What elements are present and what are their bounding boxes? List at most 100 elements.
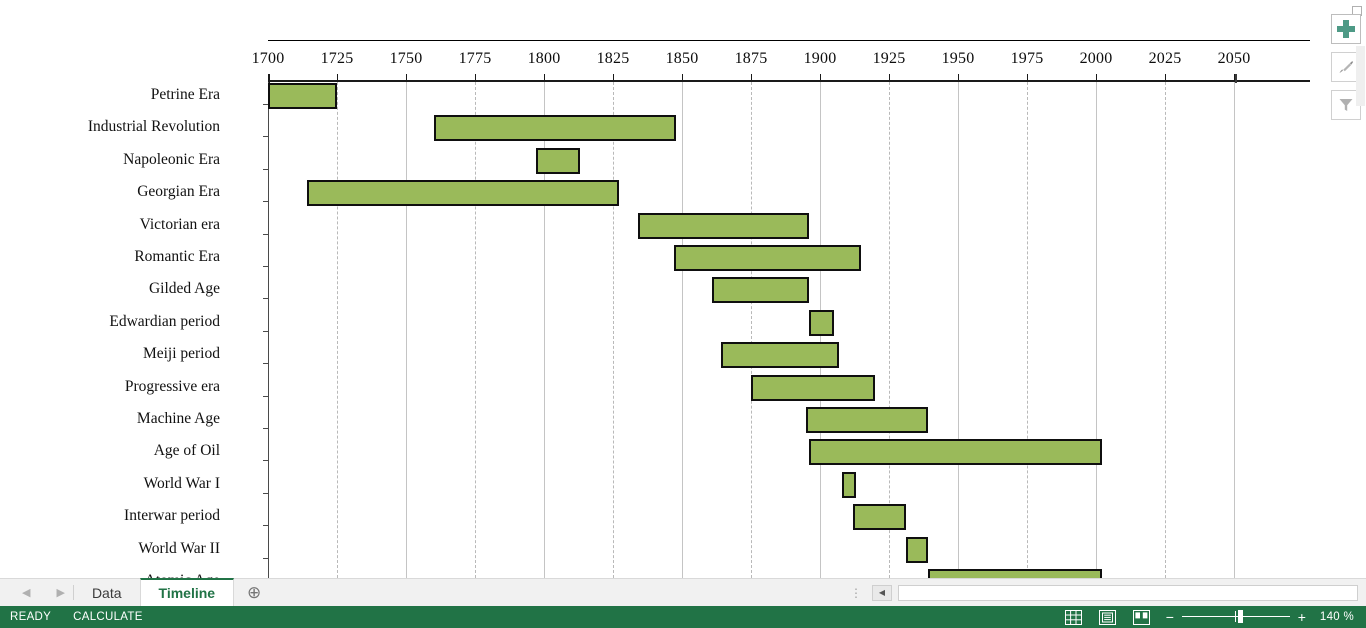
zoom-slider-midpoint: [1235, 611, 1236, 622]
timeline-bar[interactable]: [637, 212, 809, 239]
x-axis-tick-label: 1725: [320, 50, 354, 67]
gridline: [682, 82, 683, 578]
tab-bar-spacer: [274, 579, 841, 606]
y-axis-category-label: Romantic Era: [134, 248, 220, 265]
normal-view-button[interactable]: [1060, 608, 1086, 626]
timeline-bar[interactable]: [842, 471, 856, 498]
sheet-tab-timeline[interactable]: Timeline: [139, 578, 235, 606]
timeline-bar[interactable]: [535, 147, 580, 174]
zoom-in-button[interactable]: +: [1294, 609, 1310, 625]
x-axis-tick: [1165, 74, 1166, 82]
status-bar: READY CALCULATE − + 140 %: [0, 606, 1366, 628]
x-axis-tick: [820, 74, 821, 82]
paintbrush-icon: [1339, 61, 1354, 73]
y-axis-tick: [263, 557, 269, 559]
chart-plot-area[interactable]: 1700 1725 1750 1775 1800 1825 1850 1875 1900 1925…: [88, 40, 1310, 578]
page-break-preview-button[interactable]: [1128, 608, 1154, 626]
zoom-slider-thumb[interactable]: [1238, 610, 1243, 623]
x-axis-tick: [958, 74, 959, 82]
x-axis-tick-label: 1900: [803, 50, 837, 67]
status-calculate-label: CALCULATE: [73, 611, 143, 623]
y-axis-category-label: Machine Age: [136, 410, 220, 427]
timeline-bar[interactable]: [905, 536, 928, 563]
funnel-icon: [1339, 99, 1353, 111]
timeline-bar[interactable]: [806, 407, 928, 433]
y-axis-category-label: Edwardian period: [109, 312, 220, 330]
y-axis-category-label: Industrial Revolution: [87, 118, 220, 136]
y-axis-tick: [263, 136, 269, 138]
x-axis-tick-label: 1700: [251, 50, 285, 67]
y-axis-tick: [263, 266, 269, 267]
x-axis-tick-label: 1750: [389, 50, 423, 67]
x-axis-tick: [475, 74, 476, 82]
chart-object[interactable]: 1700 1725 1750 1775 1800 1825 1850 1875 1900 1925…: [0, 0, 1366, 578]
y-axis-category-label: Progressive era: [124, 377, 220, 395]
timeline-bar[interactable]: [306, 180, 619, 207]
x-axis-tick-label: 2025: [1148, 50, 1182, 67]
x-axis-line: [268, 80, 1310, 82]
x-axis-tick: [751, 74, 752, 82]
timeline-bar[interactable]: [712, 277, 809, 304]
x-axis-tick-label: 2050: [1217, 50, 1251, 67]
timeline-bar[interactable]: [720, 342, 840, 369]
add-sheet-button[interactable]: ⊕: [234, 579, 274, 606]
x-axis-tick-label: 1950: [941, 50, 975, 67]
x-axis-tick: [406, 74, 407, 82]
gridline: [1027, 82, 1028, 578]
x-axis-tick-label: 1925: [872, 50, 906, 67]
x-axis-tick-label: 1775: [458, 50, 492, 67]
gridline: [475, 82, 476, 578]
timeline-bar[interactable]: [268, 83, 337, 109]
horizontal-scrollbar[interactable]: [898, 584, 1358, 601]
x-axis-tick: [1234, 74, 1235, 82]
timeline-bar[interactable]: [927, 569, 1102, 578]
x-axis-tick-label: 1850: [665, 50, 699, 67]
timeline-bar[interactable]: [433, 115, 677, 142]
excel-window: 1700 1725 1750 1775 1800 1825 1850 1875 1900 1925…: [0, 0, 1366, 628]
normal-view-icon: [1064, 609, 1082, 625]
sheet-tab-data[interactable]: Data: [73, 579, 140, 606]
x-axis-tick-label: 1875: [734, 50, 768, 67]
gridline: [337, 82, 338, 578]
tab-split-handle[interactable]: ⋮: [841, 579, 872, 606]
vertical-scroll-gutter[interactable]: [1356, 46, 1365, 106]
x-axis-tick: [268, 74, 269, 82]
y-axis-tick: [263, 233, 269, 235]
y-axis-category-label: Gilded Age: [148, 280, 220, 298]
x-axis-tick: [682, 74, 683, 82]
gridline: [958, 82, 959, 578]
gridline: [1234, 82, 1235, 578]
x-axis-tick-label: 1825: [596, 50, 630, 67]
sheet-next-arrow[interactable]: ▶: [56, 586, 64, 599]
x-axis-tick: [889, 74, 890, 82]
y-axis-category-label: Meiji period: [142, 345, 220, 363]
zoom-level-label[interactable]: 140 %: [1310, 611, 1366, 623]
x-axis-tick: [337, 74, 338, 82]
x-axis-tick-label: 1800: [527, 50, 561, 67]
y-axis-category-label: World War I: [143, 474, 220, 492]
y-axis-tick: [263, 525, 269, 527]
timeline-bar[interactable]: [853, 504, 906, 531]
y-axis-category-label: Georgian Era: [137, 183, 220, 201]
y-axis-tick: [263, 492, 269, 494]
add-chart-element-button[interactable]: [1331, 14, 1361, 44]
y-axis-category-label: Petrine Era: [150, 86, 220, 103]
page-layout-view-button[interactable]: [1094, 608, 1120, 626]
gridline: [406, 82, 407, 578]
timeline-bar[interactable]: [808, 439, 1102, 466]
y-axis-tick: [263, 363, 269, 365]
timeline-bar[interactable]: [673, 245, 862, 271]
sheet-prev-arrow[interactable]: ◀: [22, 586, 30, 599]
hscroll-left-button[interactable]: ◀: [872, 584, 892, 601]
gridline: [751, 82, 752, 578]
zoom-out-button[interactable]: −: [1162, 609, 1178, 625]
zoom-slider[interactable]: [1182, 610, 1290, 624]
sheet-nav-arrows[interactable]: ◀ ▶: [0, 579, 73, 606]
page-layout-icon: [1098, 609, 1116, 625]
timeline-bar[interactable]: [751, 374, 876, 401]
y-axis-tick: [263, 428, 269, 429]
y-axis-category-label: Victorian era: [139, 215, 220, 233]
timeline-bar[interactable]: [808, 309, 834, 336]
y-axis-category-label: Age of Oil: [153, 442, 220, 460]
y-axis-category-label: Napoleonic Era: [123, 150, 220, 168]
